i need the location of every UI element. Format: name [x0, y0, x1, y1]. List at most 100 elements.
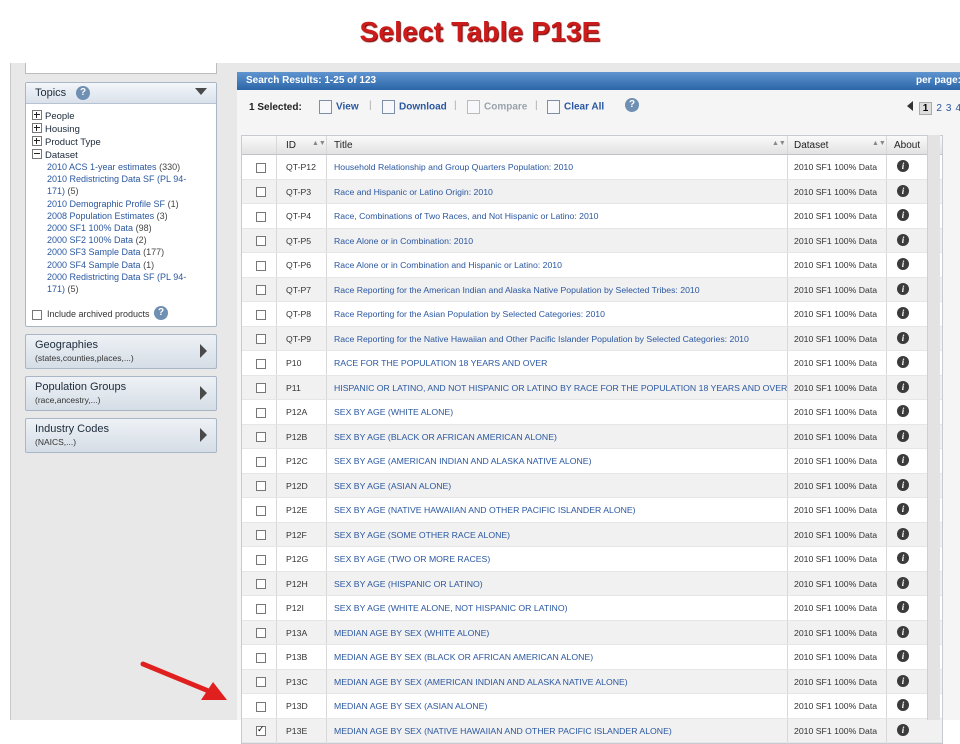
row-title-link[interactable]: SEX BY AGE (TWO OR MORE RACES) [334, 554, 490, 564]
table-row[interactable]: P12C SEX BY AGE (AMERICAN INDIAN AND ALAS… [242, 449, 942, 474]
column-id-header[interactable]: ID [286, 140, 296, 151]
table-row[interactable]: P11 HISPANIC OR LATINO, AND NOT HISPANIC … [242, 375, 942, 400]
row-checkbox[interactable] [256, 236, 266, 247]
table-row[interactable]: QT-P8 Race Reporting for the Asian Popula… [242, 302, 942, 327]
row-title-link[interactable]: SEX BY AGE (ASIAN ALONE) [334, 481, 451, 491]
info-icon[interactable]: i [897, 625, 909, 638]
dataset-link[interactable]: 2008 Population Estimates (3) [32, 210, 210, 222]
row-title-link[interactable]: SEX BY AGE (SOME OTHER RACE ALONE) [334, 530, 510, 540]
table-row[interactable]: P12B SEX BY AGE (BLACK OR AFRICAN AMERICA… [242, 424, 942, 449]
row-title-link[interactable]: SEX BY AGE (AMERICAN INDIAN AND ALASKA N… [334, 456, 592, 466]
info-icon[interactable]: i [897, 209, 909, 221]
dataset-link[interactable]: 2000 Redistricting Data SF (PL 94- 171) (… [32, 271, 210, 295]
page-link[interactable]: 2 [936, 103, 942, 114]
row-checkbox[interactable] [256, 187, 266, 198]
table-row[interactable]: QT-P5 Race Alone or in Combination: 2010 2… [242, 228, 942, 253]
previous-page-icon[interactable] [906, 101, 913, 111]
clear-all-button[interactable]: Clear All [547, 100, 604, 114]
table-row[interactable]: P12E SEX BY AGE (NATIVE HAWAIIAN AND OTHE… [242, 498, 942, 523]
info-icon[interactable]: i [897, 650, 909, 662]
expand-plus-icon[interactable] [32, 123, 42, 133]
row-checkbox[interactable] [256, 530, 266, 541]
row-checkbox[interactable] [256, 554, 266, 565]
row-checkbox[interactable] [256, 407, 266, 418]
row-checkbox[interactable] [256, 162, 266, 173]
row-checkbox[interactable] [256, 579, 266, 590]
info-icon[interactable]: i [897, 331, 909, 344]
row-title-link[interactable]: Race Reporting for the Asian Population … [334, 309, 605, 319]
sort-icon[interactable]: ▲▼ [772, 140, 786, 147]
table-row[interactable]: P13E MEDIAN AGE BY SEX (NATIVE HAWAIIAN A… [242, 718, 942, 743]
info-icon[interactable]: i [897, 478, 909, 491]
chevron-right-icon[interactable] [200, 385, 207, 400]
row-checkbox[interactable] [256, 334, 266, 345]
page-link[interactable]: 3 [946, 103, 952, 114]
view-button[interactable]: View [319, 100, 359, 114]
dataset-link[interactable]: 2000 SF4 Sample Data (1) [32, 259, 210, 271]
sort-icon[interactable]: ▲▼ [312, 140, 326, 147]
row-title-link[interactable]: SEX BY AGE (BLACK OR AFRICAN AMERICAN AL… [334, 432, 557, 442]
help-icon[interactable]: ? [154, 306, 168, 321]
compare-button[interactable]: Compare [467, 100, 527, 114]
info-icon[interactable]: i [897, 601, 909, 613]
table-row[interactable]: P13C MEDIAN AGE BY SEX (AMERICAN INDIAN A… [242, 669, 942, 694]
scrollbar[interactable] [927, 135, 940, 720]
row-title-link[interactable]: SEX BY AGE (WHITE ALONE, NOT HISPANIC OR… [334, 603, 567, 613]
dataset-link[interactable]: 2000 SF1 100% Data (98) [32, 222, 210, 234]
row-title-link[interactable]: SEX BY AGE (WHITE ALONE) [334, 407, 453, 417]
row-checkbox[interactable] [256, 285, 266, 296]
row-title-link[interactable]: MEDIAN AGE BY SEX (ASIAN ALONE) [334, 701, 487, 711]
page-current[interactable]: 1 [918, 102, 933, 115]
dataset-link[interactable]: 2000 SF2 100% Data (2) [32, 234, 210, 246]
info-icon[interactable]: i [897, 699, 909, 711]
expand-plus-icon[interactable] [32, 110, 42, 120]
row-checkbox[interactable] [256, 309, 266, 320]
table-row[interactable]: QT-P7 Race Reporting for the American Ind… [242, 277, 942, 302]
row-title-link[interactable]: Race Alone or in Combination and Hispani… [334, 260, 562, 270]
row-checkbox[interactable] [256, 432, 266, 443]
info-icon[interactable]: i [897, 233, 909, 246]
table-row[interactable]: QT-P6 Race Alone or in Combination and Hi… [242, 253, 942, 278]
info-icon[interactable]: i [897, 454, 909, 466]
info-icon[interactable]: i [897, 160, 909, 172]
row-checkbox[interactable] [256, 505, 266, 516]
row-title-link[interactable]: HISPANIC OR LATINO, AND NOT HISPANIC OR … [334, 383, 787, 393]
info-icon[interactable]: i [897, 552, 909, 564]
info-icon[interactable]: i [897, 674, 909, 687]
info-icon[interactable]: i [897, 527, 909, 540]
info-icon[interactable]: i [897, 723, 909, 736]
column-dataset-header[interactable]: Dataset [794, 140, 828, 151]
table-row[interactable]: P13B MEDIAN AGE BY SEX (BLACK OR AFRICAN … [242, 645, 942, 670]
table-row[interactable]: P12I SEX BY AGE (WHITE ALONE, NOT HISPANI… [242, 596, 942, 621]
topics-panel-header[interactable]: Topics ? [26, 83, 216, 104]
row-title-link[interactable]: MEDIAN AGE BY SEX (AMERICAN INDIAN AND A… [334, 677, 628, 687]
row-checkbox[interactable] [256, 628, 266, 639]
row-title-link[interactable]: MEDIAN AGE BY SEX (WHITE ALONE) [334, 628, 489, 638]
info-icon[interactable]: i [897, 258, 909, 270]
help-icon[interactable]: ? [76, 86, 90, 100]
row-title-link[interactable]: Race Reporting for the American Indian a… [334, 285, 700, 295]
table-row[interactable]: QT-P3 Race and Hispanic or Latino Origin:… [242, 179, 942, 204]
row-title-link[interactable]: SEX BY AGE (NATIVE HAWAIIAN AND OTHER PA… [334, 505, 636, 515]
chevron-right-icon[interactable] [200, 343, 207, 358]
row-title-link[interactable]: MEDIAN AGE BY SEX (NATIVE HAWAIIAN AND O… [334, 726, 672, 736]
row-checkbox[interactable] [256, 358, 266, 369]
row-checkbox[interactable] [256, 603, 266, 614]
tree-item-product-type[interactable]: Product Type [32, 135, 210, 148]
column-title-header[interactable]: Title [334, 140, 353, 151]
row-title-link[interactable]: Race Alone or in Combination: 2010 [334, 236, 473, 246]
row-checkbox[interactable] [256, 260, 266, 271]
table-row[interactable]: QT-P4 Race, Combinations of Two Races, an… [242, 204, 942, 229]
info-icon[interactable]: i [897, 429, 909, 442]
row-checkbox[interactable] [256, 481, 266, 492]
table-row[interactable]: P13A MEDIAN AGE BY SEX (WHITE ALONE) 2010 … [242, 620, 942, 645]
row-title-link[interactable]: Race, Combinations of Two Races, and Not… [334, 211, 598, 221]
page-link[interactable]: 4 [955, 103, 960, 114]
row-title-link[interactable]: Household Relationship and Group Quarter… [334, 162, 573, 172]
info-icon[interactable]: i [897, 184, 909, 197]
table-row[interactable]: P12G SEX BY AGE (TWO OR MORE RACES) 2010 S… [242, 547, 942, 572]
sort-icon[interactable]: ▲▼ [872, 140, 886, 147]
info-icon[interactable]: i [897, 380, 909, 393]
info-icon[interactable]: i [897, 503, 909, 515]
dataset-link[interactable]: 2010 Demographic Profile SF (1) [32, 198, 210, 210]
